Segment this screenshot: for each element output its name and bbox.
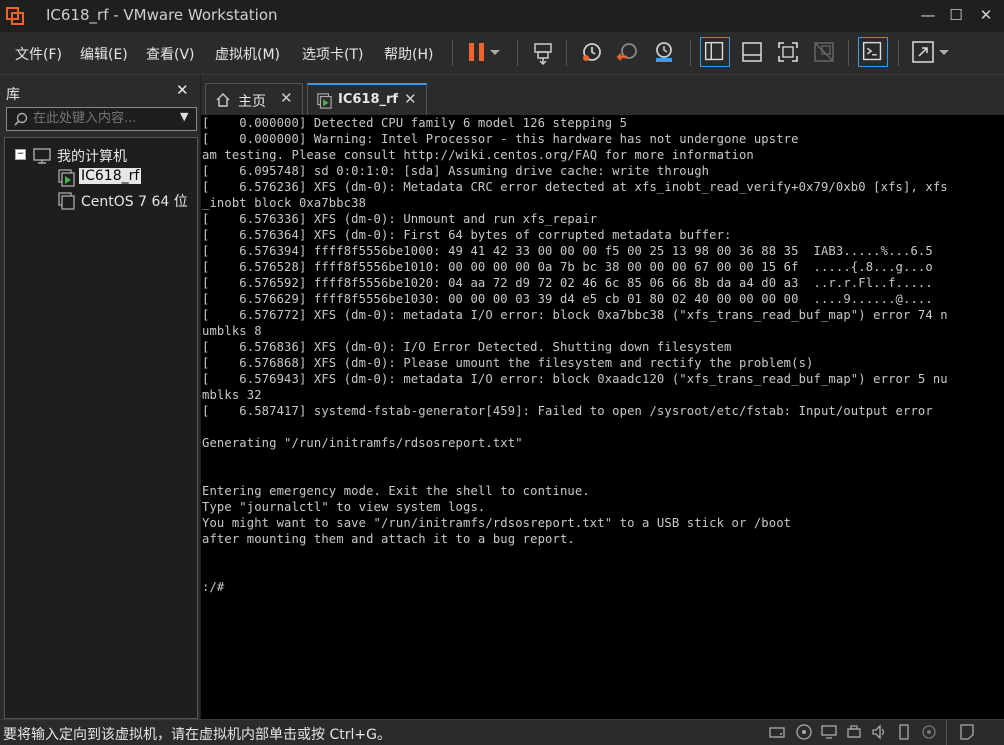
console-line: umblks 8	[202, 324, 262, 338]
tree-my-computer[interactable]: 我的计算机	[57, 146, 127, 166]
vm-icon	[58, 192, 75, 210]
menu-help[interactable]: 帮助(H)	[384, 44, 433, 64]
vm-running-icon	[58, 169, 75, 187]
tab-ic618-rf[interactable]: IC618_rf ✕	[307, 83, 427, 117]
hard-disk-icon[interactable]	[768, 723, 786, 741]
console-view-icon[interactable]	[858, 37, 888, 67]
console-line: [ 6.576836] XFS (dm-0): I/O Error Detect…	[202, 340, 732, 354]
home-icon	[216, 93, 230, 107]
toolbar-separator	[898, 40, 899, 66]
console-line: am testing. Please consult http://wiki.c…	[202, 148, 754, 162]
collapse-icon[interactable]: −	[15, 149, 26, 160]
menu-file[interactable]: 文件(F)	[15, 44, 62, 64]
console-line: You might want to save "/run/initramfs/r…	[202, 516, 792, 530]
console-line: after mounting them and attach it to a b…	[202, 532, 575, 546]
vm-tree: − 我的计算机 IC618_rf CentOS 7 64 位	[4, 137, 198, 719]
library-search[interactable]: ▼	[6, 107, 197, 131]
usb-icon[interactable]	[845, 723, 863, 741]
console-line: Entering emergency mode. Exit the shell …	[202, 484, 590, 498]
toolbar-separator	[848, 40, 849, 66]
network-icon[interactable]	[820, 723, 838, 741]
tree-vm-centos[interactable]: CentOS 7 64 位	[81, 191, 188, 211]
unity-icon[interactable]	[809, 37, 839, 67]
console-line: [ 0.000000] Detected CPU family 6 model …	[202, 116, 628, 130]
console-line: :/#	[202, 580, 225, 594]
menu-view[interactable]: 查看(V)	[146, 44, 195, 64]
status-bar: 要将输入定向到该虚拟机，请在虚拟机内部单击或按 Ctrl+G。	[0, 719, 1004, 745]
console-line: [ 6.587417] systemd-fstab-generator[459]…	[202, 404, 933, 418]
search-input[interactable]	[33, 109, 173, 127]
send-ctrl-alt-del-icon[interactable]	[528, 37, 558, 67]
console-line: [ 6.576943] XFS (dm-0): metadata I/O err…	[202, 372, 948, 386]
console-line: Generating "/run/initramfs/rdsosreport.t…	[202, 436, 523, 450]
console-line: [ 6.576528] ffff8f5556be1010: 00 00 00 0…	[202, 260, 933, 274]
tab-home-label: 主页	[238, 94, 266, 110]
title-bar: IC618_rf - VMware Workstation — ☐ ✕	[0, 0, 1004, 32]
toolbar-separator	[566, 40, 567, 66]
search-icon	[14, 112, 28, 126]
menu-bar: 文件(F) 编辑(E) 查看(V) 虚拟机(M) 选项卡(T) 帮助(H)	[0, 32, 1004, 75]
status-message: 要将输入定向到该虚拟机，请在虚拟机内部单击或按 Ctrl+G。	[3, 727, 391, 743]
tab-vm-label: IC618_rf	[338, 92, 399, 107]
search-dropdown-icon[interactable]: ▼	[180, 110, 188, 123]
console-line: [ 6.576868] XFS (dm-0): Please umount th…	[202, 356, 814, 370]
thumbnail-bar-icon[interactable]	[737, 37, 767, 67]
console-line: [ 6.576336] XFS (dm-0): Unmount and run …	[202, 212, 598, 226]
maximize-button[interactable]: ☐	[941, 4, 971, 26]
show-library-icon[interactable]	[700, 37, 730, 67]
console-line: [ 0.000000] Warning: Intel Processor - t…	[202, 132, 799, 146]
console-line: mblks 32	[202, 388, 262, 402]
close-button[interactable]: ✕	[971, 4, 1001, 26]
camera-icon[interactable]	[920, 723, 938, 741]
vm-running-icon	[317, 93, 332, 109]
revert-snapshot-icon[interactable]	[613, 37, 643, 67]
toolbar-separator	[452, 40, 453, 66]
console-line: Type "journalctl" to view system logs.	[202, 500, 486, 514]
menu-vm[interactable]: 虚拟机(M)	[215, 44, 280, 64]
library-panel: 库 ✕ ▼ − 我的计算机 IC618_rf CentOS 7 64 位	[0, 75, 200, 719]
console-line: [ 6.576364] XFS (dm-0): First 64 bytes o…	[202, 228, 732, 242]
fullscreen-icon[interactable]	[773, 37, 803, 67]
status-separator	[946, 720, 947, 745]
close-tab-icon[interactable]: ✕	[280, 89, 293, 107]
vm-console[interactable]: [ 0.000000] Detected CPU family 6 model …	[201, 115, 1004, 719]
toolbar-separator	[517, 40, 518, 66]
close-library-icon[interactable]: ✕	[176, 81, 189, 99]
menu-tabs[interactable]: 选项卡(T)	[302, 44, 363, 64]
console-line: [ 6.576629] ffff8f5556be1030: 00 00 00 0…	[202, 292, 933, 306]
console-line: [ 6.576772] XFS (dm-0): metadata I/O err…	[202, 308, 948, 322]
toolbar-separator	[690, 40, 691, 66]
console-line: [ 6.095748] sd 0:0:1:0: [sda] Assuming d…	[202, 164, 710, 178]
console-line: [ 6.576394] ffff8f5556be1000: 49 41 42 3…	[202, 244, 933, 258]
computer-icon	[33, 148, 51, 164]
dropdown-icon[interactable]	[487, 37, 503, 67]
menu-edit[interactable]: 编辑(E)	[80, 44, 128, 64]
cd-dvd-icon[interactable]	[795, 723, 813, 741]
sound-icon[interactable]	[870, 723, 888, 741]
tab-home[interactable]: 主页 ✕	[205, 83, 303, 116]
console-line: [ 6.576592] ffff8f5556be1020: 04 aa 72 d…	[202, 276, 933, 290]
stretch-icon[interactable]	[908, 37, 938, 67]
stretch-dropdown-icon[interactable]	[936, 37, 952, 67]
close-tab-icon[interactable]: ✕	[404, 90, 417, 108]
tree-vm-ic618-rf[interactable]: IC618_rf	[79, 168, 142, 184]
console-line: [ 6.576236] XFS (dm-0): Metadata CRC err…	[202, 180, 948, 194]
message-icon[interactable]	[958, 723, 976, 741]
minimize-button[interactable]: —	[913, 4, 943, 26]
snapshot-manager-icon[interactable]	[649, 37, 679, 67]
snapshot-icon[interactable]	[577, 37, 607, 67]
vmware-logo-icon	[6, 7, 24, 25]
window-title: IC618_rf - VMware Workstation	[46, 6, 278, 24]
console-line: _inobt block 0xa7bbc38	[202, 196, 367, 210]
console-output: [ 0.000000] Detected CPU family 6 model …	[201, 115, 1004, 595]
display-icon[interactable]	[895, 723, 913, 741]
library-title: 库	[6, 87, 20, 103]
